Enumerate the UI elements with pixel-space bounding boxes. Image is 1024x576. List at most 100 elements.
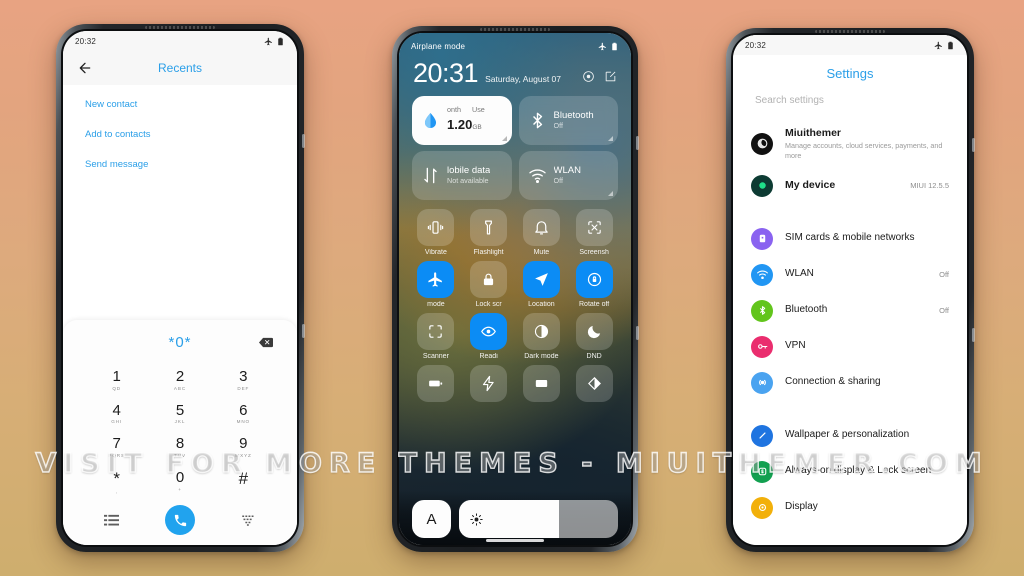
auto-brightness-button[interactable]: A <box>412 500 451 538</box>
dial-key-1[interactable]: 1 QD <box>85 364 148 396</box>
brush-icon <box>751 424 773 447</box>
account-avatar-icon <box>751 132 773 155</box>
airplane-icon <box>598 42 606 50</box>
search-input[interactable]: Search settings <box>733 81 967 106</box>
link-new-contact[interactable]: New contact <box>85 99 275 110</box>
tile-title: Bluetooth <box>553 109 594 121</box>
list-divider-gap <box>733 204 967 221</box>
backspace-icon[interactable] <box>259 337 273 348</box>
bluetooth-icon <box>532 112 542 128</box>
settings-gear-icon[interactable] <box>582 70 595 83</box>
status-time: 20:32 <box>75 36 97 46</box>
dial-key-4[interactable]: 4 GHI <box>85 398 148 430</box>
big-tile-row-2: lobile data Not available WLAN Off <box>399 145 631 200</box>
key-letters: MNO <box>236 419 251 425</box>
dial-key-star[interactable]: *, <box>85 465 148 499</box>
key-letters: DEF <box>237 385 250 391</box>
dial-key-2[interactable]: 2 ABC <box>148 364 211 396</box>
toggle-theme[interactable] <box>570 364 618 405</box>
call-button[interactable] <box>165 505 195 535</box>
screenshot-icon <box>587 220 601 234</box>
brightness-slider[interactable] <box>459 500 618 538</box>
key-digit: 3 <box>239 367 248 385</box>
share-icon <box>751 371 773 394</box>
toggle-label: Rotate off <box>579 300 610 308</box>
arrow-left-icon[interactable] <box>77 60 93 76</box>
toggle-vibrate[interactable]: Vibrate <box>412 208 460 256</box>
expand-corner-icon[interactable] <box>608 190 613 196</box>
dial-key-hash[interactable]: # <box>212 465 275 499</box>
tile-subtitle: Off <box>553 176 563 185</box>
account-name: Miuithemer <box>785 127 842 139</box>
status-bar: 20:32 <box>733 35 967 55</box>
lockscreen-glyph-icon <box>758 468 766 476</box>
link-send-message[interactable]: Send message <box>85 159 275 170</box>
settings-row-sim-cards[interactable]: SIM cards & mobile networks <box>733 221 967 257</box>
settings-row-wallpaper[interactable]: Wallpaper & personalization <box>733 418 967 454</box>
device-name: My device <box>785 179 836 192</box>
toggle-lightning[interactable] <box>465 364 513 405</box>
toggle-lock-screen[interactable]: Lock scr <box>465 260 513 308</box>
settings-row-display[interactable]: Display <box>733 490 967 526</box>
status-label: Airplane mode <box>411 41 466 51</box>
toggle-reading-mode[interactable]: Readi <box>465 312 513 360</box>
key-letters: PQRS <box>108 453 125 459</box>
data-unit: GB <box>472 123 482 131</box>
toggle-dark-mode[interactable]: Dark mode <box>518 312 566 360</box>
dial-key-0[interactable]: 0 + <box>148 465 211 499</box>
dial-key-6[interactable]: 6 MNO <box>212 398 275 430</box>
dial-key-5[interactable]: 5 JKL <box>148 398 211 430</box>
dial-key-3[interactable]: 3 DEF <box>212 364 275 396</box>
expand-corner-icon[interactable] <box>501 135 507 141</box>
dial-key-7[interactable]: 7 PQRS <box>85 431 148 463</box>
keypad-icon[interactable] <box>241 514 256 527</box>
settings-row-connection-sharing[interactable]: Connection & sharing <box>733 365 967 401</box>
key-digit: 4 <box>112 401 121 419</box>
tile-subtitle: Not available <box>447 176 489 185</box>
settings-row-vpn[interactable]: VPN <box>733 329 967 365</box>
edit-icon[interactable] <box>604 70 617 83</box>
toggle-battery-saver[interactable] <box>412 364 460 405</box>
toggle-flashlight[interactable]: Flashlight <box>465 208 513 256</box>
clock-time: 20:31 <box>413 58 479 88</box>
share-glyph-icon <box>758 380 766 386</box>
item-label: WLAN <box>785 268 814 280</box>
toggle-rotate-off[interactable]: Rotate off <box>570 260 618 308</box>
dial-key-9[interactable]: 9 WXYZ <box>212 431 275 463</box>
expand-corner-icon[interactable] <box>608 135 613 141</box>
toggle-scanner[interactable]: Scanner <box>412 312 460 360</box>
data-value: 1.20 <box>447 116 473 132</box>
toggle-cast[interactable] <box>518 364 566 405</box>
item-label: Display <box>785 501 818 513</box>
avatar-glyph-icon <box>757 139 767 149</box>
page-title: Recents <box>157 61 203 75</box>
settings-row-account[interactable]: Miuithemer Manage accounts, cloud servic… <box>733 120 967 168</box>
settings-row-bluetooth[interactable]: Bluetooth Off <box>733 293 967 329</box>
settings-row-my-device[interactable]: My device MIUI 12.5.5 <box>733 168 967 204</box>
wifi-icon <box>528 169 546 183</box>
cast-icon <box>535 379 548 387</box>
dial-key-8[interactable]: 8 TUV <box>148 431 211 463</box>
key-digit: 5 <box>175 401 185 419</box>
page-title: Settings <box>826 66 874 81</box>
home-indicator[interactable] <box>486 539 544 542</box>
tile-bluetooth[interactable]: Bluetooth Off <box>518 95 618 145</box>
flashlight-icon <box>485 220 493 235</box>
lightning-icon <box>483 375 494 391</box>
call-log-icon[interactable] <box>104 514 119 527</box>
toggle-airplane-mode[interactable]: mode <box>412 260 460 308</box>
toggle-screenshot[interactable]: Screensh <box>570 208 618 256</box>
toggle-mute[interactable]: Mute <box>518 208 566 256</box>
settings-row-wlan[interactable]: WLAN Off <box>733 257 967 293</box>
tile-data-usage[interactable]: onth Use 1.20GB <box>412 95 512 145</box>
list-divider-gap <box>733 401 967 418</box>
tile-wlan[interactable]: WLAN Off <box>518 150 618 200</box>
key-letters <box>212 489 275 495</box>
toggle-location[interactable]: Location <box>518 260 566 308</box>
toggle-dnd[interactable]: DND <box>570 312 618 360</box>
status-bar: 20:32 <box>63 31 297 51</box>
toggle-label: Flashlight <box>473 248 504 256</box>
link-add-to-contacts[interactable]: Add to contacts <box>85 129 275 140</box>
tile-mobile-data[interactable]: lobile data Not available <box>412 150 512 200</box>
settings-row-aod-lockscreen[interactable]: Always-on display & Lock screen <box>733 454 967 490</box>
